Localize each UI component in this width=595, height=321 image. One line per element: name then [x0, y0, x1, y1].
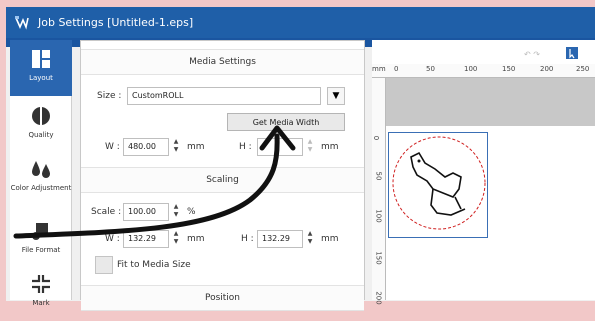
- color-adjustment-icon: [32, 161, 50, 178]
- ruler-tick: 250: [576, 65, 590, 73]
- sidebar: Layout Quality Color Adjustment File For…: [10, 40, 72, 307]
- preview-toolbar: ↶ ↷: [523, 47, 578, 59]
- scaling-header: Scaling: [81, 167, 364, 193]
- sidebar-item-label: Layout: [29, 74, 53, 82]
- scaling-height-field[interactable]: 132.29: [257, 230, 303, 248]
- undo-icon: ↶ ↷: [523, 50, 540, 59]
- sidebar-item-layout[interactable]: Layout: [10, 40, 72, 96]
- ruler-tick: 0: [394, 65, 399, 73]
- scaling-h-label: H :: [241, 234, 254, 244]
- settings-panel: Media Settings Size : CustomROLL ▼ Get M…: [80, 40, 365, 311]
- ruler-tick: 150: [502, 65, 516, 73]
- media-height-stepper[interactable]: ▲ ▼: [305, 138, 315, 156]
- sidebar-item-label: Color Adjustment: [10, 184, 72, 192]
- print-object[interactable]: [388, 132, 488, 238]
- scaling-h-unit: mm: [321, 234, 339, 244]
- ruler-tick: 0: [372, 135, 381, 141]
- sidebar-item-mark[interactable]: Mark: [10, 265, 72, 321]
- media-w-label: W :: [105, 142, 120, 152]
- layout-icon: [32, 50, 50, 68]
- sidebar-item-file-format[interactable]: File Format: [10, 212, 72, 268]
- media-settings-header: Media Settings: [81, 49, 364, 75]
- media-width-field[interactable]: 480.00: [123, 138, 169, 156]
- position-header: Position: [81, 285, 364, 311]
- title-bar: Job Settings [Untitled-1.eps]: [6, 7, 595, 38]
- artwork-drawing: [392, 136, 486, 230]
- scale-label: Scale :: [91, 207, 122, 217]
- ruler-tick: 100: [374, 209, 383, 223]
- media-edge-strip: [386, 78, 595, 126]
- ruler-tick: 150: [374, 251, 383, 265]
- ruler-tick: 200: [540, 65, 554, 73]
- media-h-unit: mm: [321, 142, 339, 152]
- preview-area: ↶ ↷ mm 0 50 100 150 200 250 0 50 100 150…: [372, 40, 595, 305]
- mark-icon: [32, 275, 50, 293]
- ruler-tick: 50: [374, 171, 383, 181]
- file-format-icon: [32, 223, 48, 240]
- size-label: Size :: [97, 91, 122, 101]
- scale-stepper[interactable]: ▲ ▼: [171, 203, 181, 221]
- scaling-w-label: W :: [105, 234, 120, 244]
- media-h-label: H :: [239, 142, 252, 152]
- scaling-width-field[interactable]: 132.29: [123, 230, 169, 248]
- scaling-height-stepper[interactable]: ▲ ▼: [305, 230, 315, 248]
- ruler-tick: 100: [464, 65, 478, 73]
- ruler-unit: mm: [372, 65, 386, 73]
- fit-to-media-label: Fit to Media Size: [117, 260, 191, 270]
- select-tool-icon: [566, 47, 578, 59]
- media-height-field[interactable]: [257, 138, 303, 156]
- sidebar-item-label: Quality: [28, 131, 54, 139]
- chevron-down-icon[interactable]: ▼: [327, 87, 345, 105]
- sidebar-item-label: Mark: [32, 299, 50, 307]
- sidebar-item-label: File Format: [21, 246, 61, 254]
- quality-icon: [32, 107, 50, 125]
- app-icon: [15, 15, 29, 30]
- ruler-tick: 50: [426, 65, 435, 73]
- media-w-unit: mm: [187, 142, 205, 152]
- scale-field[interactable]: 100.00: [123, 203, 169, 221]
- media-width-stepper[interactable]: ▲ ▼: [171, 138, 181, 156]
- scaling-w-unit: mm: [187, 234, 205, 244]
- scale-unit: %: [187, 207, 196, 217]
- vertical-ruler: 0 50 100 150 200: [372, 78, 386, 305]
- ruler-tick: 200: [374, 291, 383, 305]
- horizontal-ruler: mm 0 50 100 150 200 250: [372, 64, 595, 78]
- get-media-width-button[interactable]: Get Media Width: [227, 113, 345, 131]
- fit-to-media-checkbox[interactable]: [95, 256, 113, 274]
- window-title: Job Settings [Untitled-1.eps]: [38, 16, 194, 29]
- size-select[interactable]: CustomROLL: [127, 87, 321, 105]
- sidebar-item-color-adjustment[interactable]: Color Adjustment: [10, 150, 72, 206]
- scaling-width-stepper[interactable]: ▲ ▼: [171, 230, 181, 248]
- sidebar-item-quality[interactable]: Quality: [10, 97, 72, 153]
